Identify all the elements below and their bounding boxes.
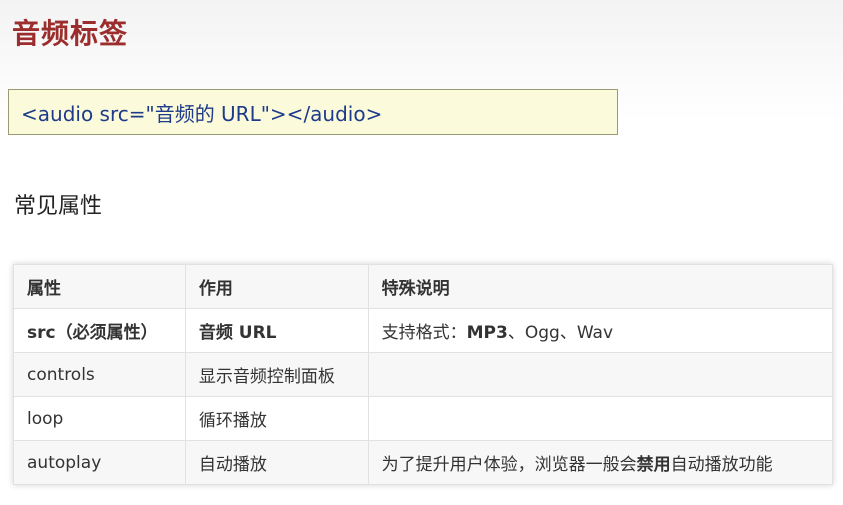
table-header-row: 属性 作用 特殊说明 xyxy=(13,264,834,309)
header-usage: 作用 xyxy=(184,264,369,309)
note-strong-text: 禁用 xyxy=(636,455,671,475)
table-row: controls 显示音频控制面板 xyxy=(13,352,834,397)
note-text: 为了提升用户体验，浏览器一般会 xyxy=(381,455,637,475)
header-notes: 特殊说明 xyxy=(367,264,834,309)
cell-usage: 音频 URL xyxy=(184,308,369,353)
cell-usage: 显示音频控制面板 xyxy=(184,352,369,397)
section-title: 常见属性 xyxy=(14,194,103,219)
table-row: src（必须属性） 音频 URL 支持格式：MP3、Ogg、Wav xyxy=(13,308,834,353)
cell-notes xyxy=(367,396,834,441)
note-text-after: 自动播放功能 xyxy=(670,455,773,475)
cell-attribute: autoplay xyxy=(13,440,186,485)
table-row: autoplay 自动播放 为了提升用户体验，浏览器一般会禁用自动播放功能 xyxy=(13,440,834,485)
cell-attribute: loop xyxy=(13,396,186,441)
cell-attribute: src（必须属性） xyxy=(13,308,186,353)
code-example-box: <audio src="音频的 URL"></audio> xyxy=(8,89,618,135)
cell-usage: 自动播放 xyxy=(184,440,369,485)
note-text: 支持格式： xyxy=(381,323,467,343)
cell-attribute: controls xyxy=(13,352,186,397)
note-strong-text: MP3 xyxy=(466,323,508,343)
page-title: 音频标签 xyxy=(12,17,129,50)
cell-notes: 为了提升用户体验，浏览器一般会禁用自动播放功能 xyxy=(367,440,834,485)
attributes-table: 属性 作用 特殊说明 src（必须属性） 音频 URL 支持格式：MP3、Ogg… xyxy=(13,264,834,485)
cell-notes xyxy=(367,352,834,397)
table-row: loop 循环播放 xyxy=(13,396,834,441)
note-text-after: 、Ogg、Wav xyxy=(507,323,614,343)
attributes-table-wrapper: 属性 作用 特殊说明 src（必须属性） 音频 URL 支持格式：MP3、Ogg… xyxy=(13,264,834,485)
code-example-text: <audio src="音频的 URL"></audio> xyxy=(21,101,383,126)
cell-notes: 支持格式：MP3、Ogg、Wav xyxy=(367,308,834,353)
cell-usage: 循环播放 xyxy=(184,396,369,441)
header-attribute: 属性 xyxy=(13,264,186,309)
